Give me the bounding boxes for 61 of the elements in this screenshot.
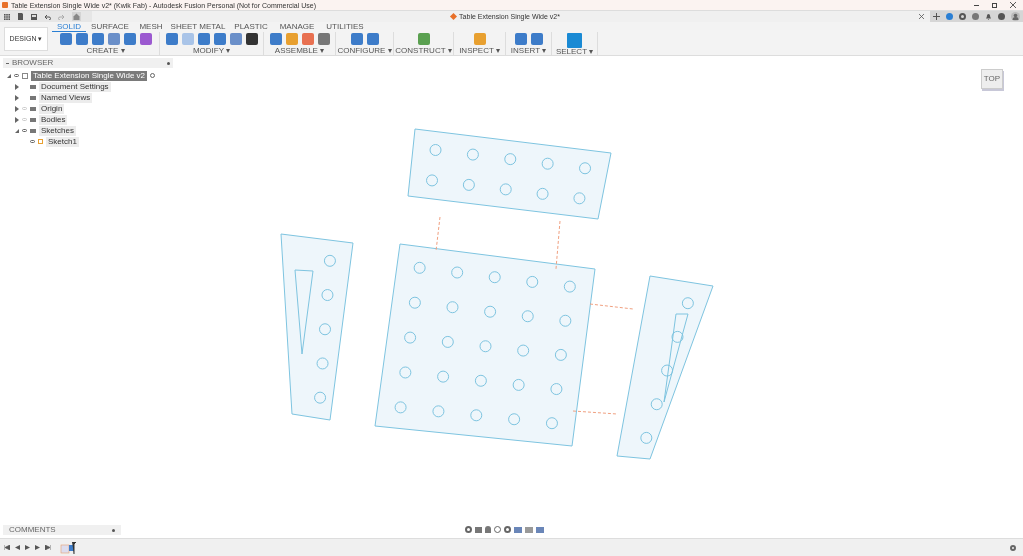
pin-icon[interactable]	[112, 528, 115, 532]
sketch-timeline-icon[interactable]	[60, 541, 76, 554]
document-icon	[450, 12, 458, 21]
collapsed-arrow-icon[interactable]	[15, 83, 19, 90]
constraint-line	[589, 303, 634, 310]
browser-header[interactable]: BROWSER	[3, 58, 173, 68]
constraint-line	[572, 410, 618, 415]
grid-menu-icon[interactable]	[4, 13, 10, 20]
tree-item[interactable]: Bodies	[39, 114, 68, 125]
tree-item[interactable]: Named Views	[39, 92, 93, 103]
restore-icon[interactable]	[992, 2, 997, 8]
collapsed-arrow-icon[interactable]	[15, 105, 19, 112]
eye-icon[interactable]	[30, 140, 35, 143]
play-icon[interactable]	[25, 545, 30, 550]
pin-icon[interactable]	[167, 61, 170, 65]
undo-icon[interactable]	[44, 13, 51, 20]
save-icon[interactable]	[31, 13, 37, 20]
skip-end-icon[interactable]	[45, 545, 51, 550]
browser-title: BROWSER	[12, 59, 54, 67]
expanded-arrow-icon[interactable]	[15, 128, 19, 133]
tree-item[interactable]: Sketch1	[46, 136, 79, 147]
step-back-icon[interactable]	[15, 545, 20, 550]
toolbar-group-menu[interactable]: SELECT ▾	[555, 48, 594, 56]
close-tab-icon[interactable]	[919, 14, 924, 19]
toolbar-group-menu[interactable]: INSPECT ▾	[459, 47, 500, 55]
expanded-arrow-icon[interactable]	[7, 73, 11, 78]
minimize-icon[interactable]	[974, 4, 979, 6]
toolbar-group-menu[interactable]: MODIFY ▾	[192, 47, 231, 55]
home-icon[interactable]	[72, 12, 81, 21]
toolbar-group-menu[interactable]: INSERT ▾	[510, 47, 547, 55]
toolbar-group-menu[interactable]: CREATE ▾	[86, 47, 125, 55]
constraint-line	[435, 216, 441, 252]
constraint-line	[555, 220, 561, 270]
tree-item[interactable]: Origin	[39, 103, 65, 114]
tree-item[interactable]: Document Settings	[39, 81, 111, 92]
app-logo-icon	[2, 2, 8, 8]
comments-title: COMMENTS	[9, 526, 56, 534]
tree-item[interactable]: Table Extension Single Wide v2	[31, 70, 148, 81]
ribbon-tab[interactable]: SHEET METAL	[168, 22, 228, 32]
ribbon-tab[interactable]: SURFACE	[86, 22, 134, 32]
ribbon-tab[interactable]: PLASTIC	[228, 22, 274, 32]
eye-icon[interactable]	[14, 74, 19, 77]
ribbon-tab[interactable]: MANAGE	[274, 22, 320, 32]
toolbar-group-menu[interactable]: CONFIGURE ▾	[337, 47, 392, 55]
collapsed-arrow-icon[interactable]	[15, 94, 19, 101]
user-avatar-icon[interactable]	[1011, 12, 1020, 21]
step-forward-icon[interactable]	[35, 545, 40, 550]
ribbon-tab[interactable]: SOLID	[52, 22, 86, 32]
close-icon[interactable]	[1010, 2, 1016, 8]
eye-icon[interactable]	[22, 129, 27, 132]
file-icon[interactable]	[17, 13, 24, 20]
skip-start-icon[interactable]	[4, 545, 10, 550]
ribbon-tab[interactable]: UTILITIES	[320, 22, 370, 32]
toolbar-group-menu[interactable]: ASSEMBLE ▾	[274, 47, 325, 55]
view-cube[interactable]: TOP	[981, 69, 1003, 89]
ribbon-tab[interactable]: MESH	[134, 22, 168, 32]
new-tab-icon[interactable]	[933, 13, 940, 20]
tree-item[interactable]: Sketches	[39, 125, 76, 136]
toolbar-group-menu[interactable]: CONSTRUCT ▾	[395, 47, 452, 55]
collapsed-arrow-icon[interactable]	[15, 116, 19, 123]
notification-icon[interactable]	[985, 13, 992, 20]
